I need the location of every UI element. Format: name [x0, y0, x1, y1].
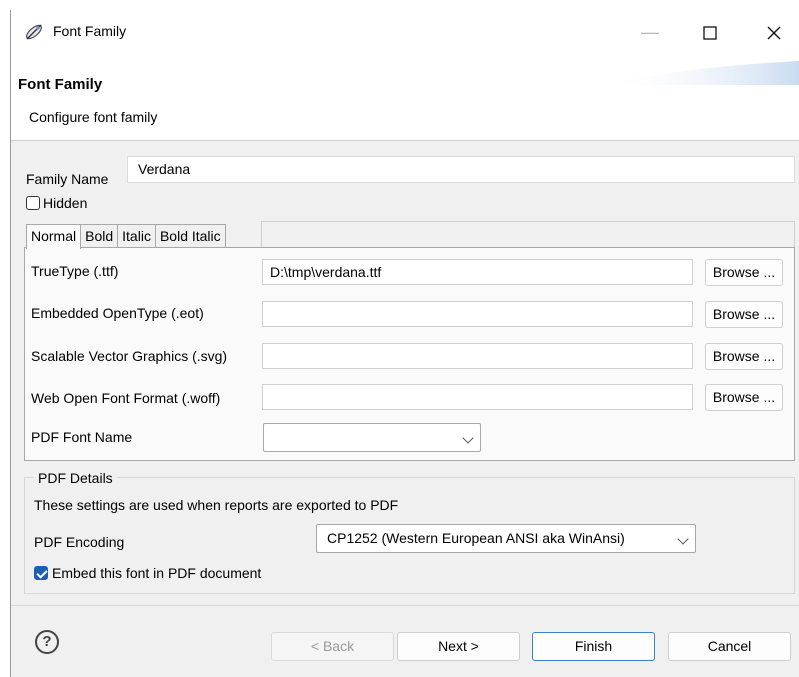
maximize-button[interactable] — [686, 10, 734, 55]
chevron-down-icon — [677, 533, 689, 545]
header-banner-graphic — [600, 61, 799, 85]
tab-italic[interactable]: Italic — [117, 224, 156, 247]
tab-bold-italic[interactable]: Bold Italic — [154, 224, 226, 247]
wizard-header: Font Family Configure font family — [11, 55, 799, 141]
close-button[interactable] — [750, 10, 798, 55]
pdf-encoding-label: PDF Encoding — [34, 534, 125, 550]
cancel-button[interactable]: Cancel — [668, 632, 791, 661]
footer-divider — [11, 605, 799, 606]
font-family-dialog: Font Family — Font Family Configure font… — [10, 10, 799, 677]
chevron-down-icon — [462, 432, 474, 444]
next-button[interactable]: Next > — [397, 632, 520, 661]
woff-label: Web Open Font Format (.woff) — [31, 390, 221, 406]
truetype-browse-button[interactable]: Browse ... — [705, 259, 783, 286]
title-bar: Font Family — — [11, 10, 799, 55]
pdf-details-description: These settings are used when reports are… — [34, 497, 399, 513]
page-subtitle: Configure font family — [29, 109, 158, 125]
svg-label: Scalable Vector Graphics (.svg) — [31, 348, 228, 364]
tab-strip-border — [261, 221, 795, 248]
minimize-icon: — — [641, 22, 659, 42]
embed-font-checkbox[interactable] — [34, 566, 48, 580]
svg-browse-button[interactable]: Browse ... — [705, 343, 783, 370]
eot-label: Embedded OpenType (.eot) — [31, 305, 204, 321]
eot-browse-button[interactable]: Browse ... — [705, 301, 783, 328]
truetype-label: TrueType (.ttf) — [31, 263, 119, 279]
back-button[interactable]: < Back — [271, 632, 394, 661]
woff-path-input[interactable] — [262, 384, 693, 410]
tab-bold[interactable]: Bold — [80, 224, 119, 247]
page-title: Font Family — [18, 76, 103, 93]
truetype-path-input[interactable]: D:\tmp\verdana.ttf — [262, 259, 693, 285]
tab-normal[interactable]: Normal — [26, 224, 82, 249]
pdf-details-title: PDF Details — [34, 470, 117, 486]
pdf-encoding-select[interactable]: CP1252 (Western European ANSI aka WinAns… — [316, 524, 696, 553]
close-icon — [767, 26, 781, 39]
hidden-checkbox[interactable] — [26, 196, 40, 210]
pdf-font-name-label: PDF Font Name — [31, 429, 133, 445]
hidden-label: Hidden — [43, 195, 88, 211]
family-name-label: Family Name — [26, 171, 109, 187]
help-icon[interactable]: ? — [35, 630, 59, 654]
minimize-button[interactable]: — — [626, 10, 674, 55]
pen-app-icon — [25, 24, 43, 40]
family-name-input[interactable]: Verdana — [127, 156, 795, 183]
maximize-icon — [703, 25, 717, 40]
svg-path-input[interactable] — [262, 343, 693, 369]
pdf-encoding-value: CP1252 (Western European ANSI aka WinAns… — [327, 530, 625, 546]
embed-font-label: Embed this font in PDF document — [52, 565, 262, 581]
finish-button[interactable]: Finish — [532, 632, 655, 661]
eot-path-input[interactable] — [262, 301, 693, 327]
pdf-font-name-select[interactable] — [263, 423, 481, 452]
woff-browse-button[interactable]: Browse ... — [705, 384, 783, 411]
font-style-tabs: Normal Bold Italic Bold Italic — [26, 224, 226, 249]
window-title: Font Family — [53, 23, 127, 39]
